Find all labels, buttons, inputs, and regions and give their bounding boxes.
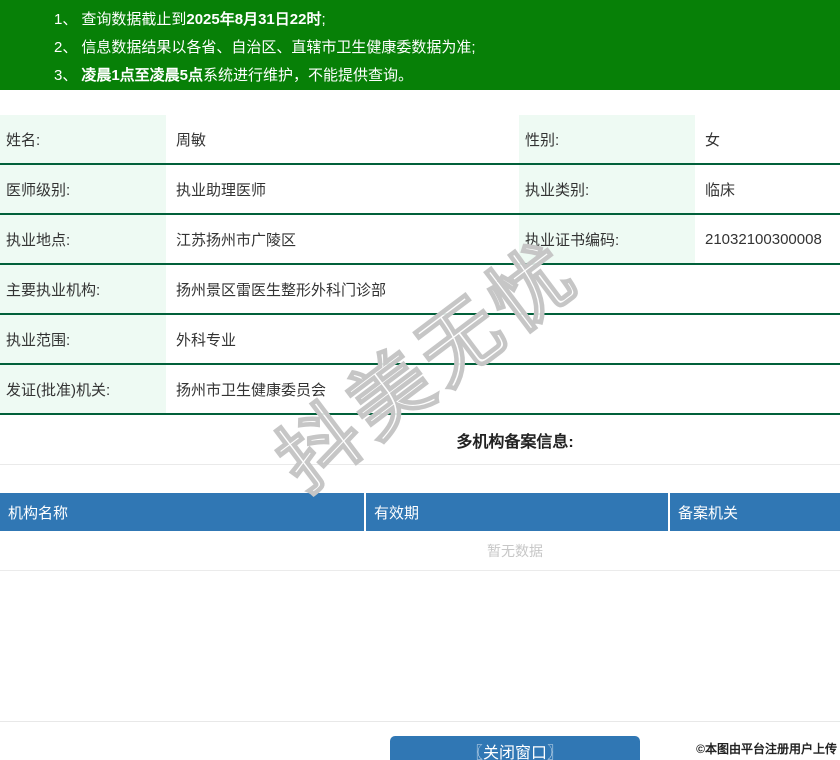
field-label-gender: 性别: [519,115,695,163]
field-label-practice-location: 执业地点: [0,215,166,263]
table-row-issuing-authority: 发证(批准)机关: 扬州市卫生健康委员会 [0,365,840,415]
query-result-page: 1、 查询数据截止到2025年8月31日22时; 2、 信息数据结果以各省、自治区、… [0,0,840,760]
table-row-main-institution: 主要执业机构: 扬州景区雷医生整形外科门诊部 [0,265,840,315]
upload-credit-watermark: ©本图由平台注册用户上传 [696,742,837,756]
field-label-practice-category: 执业类别: [519,165,695,213]
field-label-certificate-number: 执业证书编码: [519,215,695,263]
notice-text: 查询数据截止到 [81,11,187,28]
records-table-header: 机构名称 有效期 备案机关 [0,493,840,531]
field-label-name: 姓名: [0,115,166,163]
notice-text-bold: 凌晨1点至凌晨5点 [81,67,204,84]
field-label-practice-scope: 执业范围: [0,315,166,363]
column-header-validity-period: 有效期 [366,493,670,531]
field-label-issuing-authority: 发证(批准)机关: [0,365,166,413]
notice-number: 3、 [54,67,78,84]
field-value-issuing-authority: 扬州市卫生健康委员会 [176,381,327,399]
notice-number: 1、 [54,11,78,28]
field-value-doctor-level: 执业助理医师 [176,181,267,199]
field-value-certificate-number: 21032100300008 [705,230,822,248]
notice-line-1: 1、 查询数据截止到2025年8月31日22时; [0,6,840,34]
field-value-practice-scope: 外科专业 [176,331,237,349]
field-value-practice-location: 江苏扬州市广陵区 [176,231,297,249]
notice-line-2: 2、 信息数据结果以各省、自治区、直辖市卫生健康委数据为准; [0,34,840,62]
page-content: 1、 查询数据截止到2025年8月31日22时; 2、 信息数据结果以各省、自治区、… [0,0,840,760]
notice-line-3: 3、 凌晨1点至凌晨5点系统进行维护，不能提供查询。 [0,62,840,90]
table-row-practice-scope: 执业范围: 外科专业 [0,315,840,365]
notice-number: 2、 [54,39,78,56]
notice-text: 信息数据结果以各省、自治区、直辖市卫生健康委数据为准; [81,39,476,56]
field-value-name: 周敏 [176,131,207,149]
field-value-gender: 女 [705,131,721,149]
column-header-institution-name: 机构名称 [0,493,366,531]
notice-text-bold: 2025年8月31日22时 [186,11,322,28]
table-row-name-gender: 姓名: 周敏 性别: 女 [0,115,840,165]
table-row-location-certificate: 执业地点: 江苏扬州市广陵区 执业证书编码: 21032100300008 [0,215,840,265]
notice-banner: 1、 查询数据截止到2025年8月31日22时; 2、 信息数据结果以各省、自治区、… [0,0,840,90]
field-label-doctor-level: 医师级别: [0,165,166,213]
field-value-practice-category: 临床 [705,181,736,199]
notice-text: ; [321,11,326,28]
field-value-main-institution: 扬州景区雷医生整形外科门诊部 [176,281,387,299]
records-empty-message: 暂无数据 [0,531,840,571]
close-window-button[interactable]: 〖关闭窗口〗 [390,736,640,760]
field-label-main-institution: 主要执业机构: [0,265,166,313]
practitioner-info-table: 姓名: 周敏 性别: 女 医师级别: 执业助理医师 执业类别: 临床 执业地点:… [0,115,840,415]
notice-text: 系统进行维护，不能提供查询。 [203,67,414,84]
table-row-level-category: 医师级别: 执业助理医师 执业类别: 临床 [0,165,840,215]
multi-org-section-title: 多机构备案信息: [0,415,840,465]
column-header-filing-authority: 备案机关 [678,504,739,522]
